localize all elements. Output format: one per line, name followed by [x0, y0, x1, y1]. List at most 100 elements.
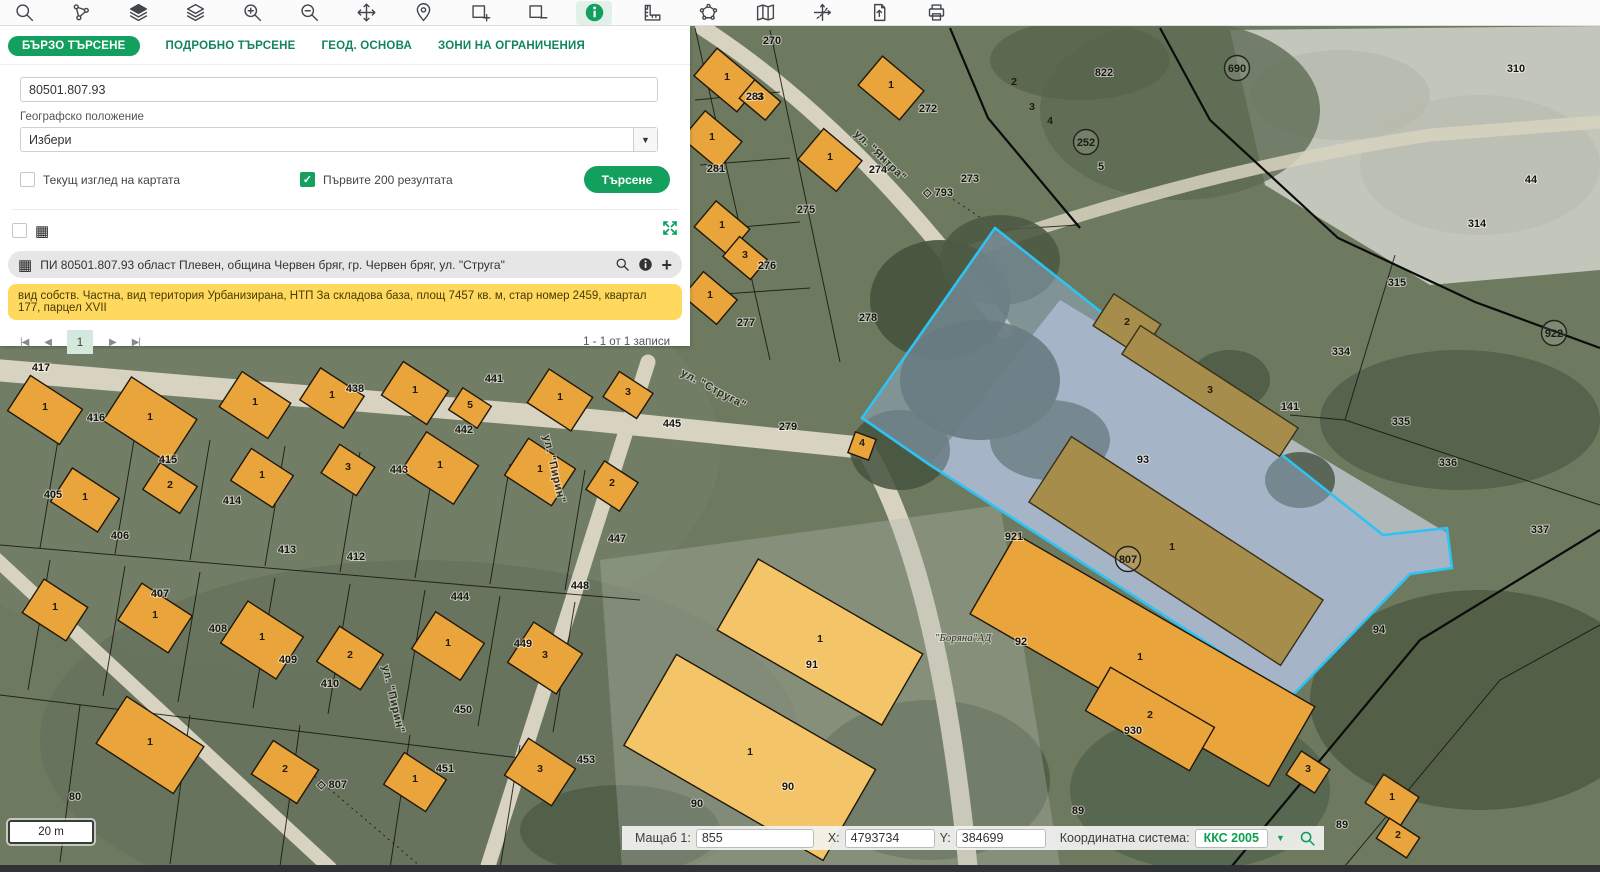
scale-bar-label: 20 m: [38, 826, 64, 838]
map-label: 443: [390, 464, 408, 476]
map-label: 89: [1072, 805, 1084, 817]
geo-select-value: Избери: [21, 133, 633, 147]
map-label: 90: [782, 781, 794, 793]
tab-2[interactable]: ГЕОД. ОСНОВА: [322, 40, 413, 52]
map-label: 407: [151, 588, 169, 600]
pan-icon[interactable]: [348, 1, 384, 25]
select-minus-icon[interactable]: [519, 1, 555, 25]
expand-icon[interactable]: [662, 220, 678, 241]
map-label: 450: [454, 704, 472, 716]
map-label: 3: [542, 649, 548, 661]
export-icon[interactable]: [861, 1, 897, 25]
select-plus-icon[interactable]: [462, 1, 498, 25]
chevron-down-icon[interactable]: ▼: [633, 128, 657, 151]
first-page-button[interactable]: |◀: [20, 337, 28, 348]
grid-icon: ▦: [18, 256, 32, 274]
map-label: 2: [167, 479, 173, 491]
status-bar: Мащаб 1: X: Y: Координатна система: ККС …: [622, 826, 1324, 850]
status-search-icon[interactable]: [1299, 830, 1316, 847]
tab-1[interactable]: ПОДРОБНО ТЪРСЕНЕ: [166, 40, 296, 52]
crs-label: Координатна система:: [1060, 831, 1190, 845]
map-label: ◇ 793: [922, 187, 953, 199]
map-label: 447: [608, 533, 626, 545]
current-page[interactable]: 1: [67, 330, 93, 354]
map-label: 449: [514, 638, 532, 650]
map-label: ◇ 807: [316, 779, 347, 791]
map-label: 822: [1095, 67, 1113, 79]
first-200-checkbox[interactable]: ✓: [300, 172, 315, 187]
layers-filled-icon[interactable]: [120, 1, 156, 25]
map-label: 408: [209, 623, 227, 635]
measure-icon[interactable]: [633, 1, 669, 25]
search-input[interactable]: [20, 77, 658, 102]
map-label: 451: [436, 763, 454, 775]
result-title: ПИ 80501.807.93 област Плевен, община Че…: [40, 258, 607, 272]
map-label: 1: [259, 469, 265, 481]
grid-icon: ▦: [35, 222, 49, 240]
zoom-out-icon[interactable]: [291, 1, 327, 25]
add-result-icon[interactable]: +: [661, 256, 672, 274]
map-label: 335: [1392, 416, 1410, 428]
tab-0[interactable]: БЪРЗО ТЪРСЕНЕ: [8, 36, 140, 56]
map-label: 278: [859, 312, 877, 324]
map-label: 413: [278, 544, 296, 556]
map-label: 1: [329, 389, 335, 401]
map-label-circled: 690: [1225, 56, 1250, 81]
crs-chevron-down-icon[interactable]: ▼: [1276, 833, 1285, 843]
map-label: 270: [763, 35, 781, 47]
location-pin-icon[interactable]: [405, 1, 441, 25]
prev-page-button[interactable]: ◀: [44, 337, 51, 348]
zoom-to-result-icon[interactable]: [615, 257, 630, 272]
map-icon[interactable]: [747, 1, 783, 25]
map-label: 277: [737, 317, 755, 329]
map-label: 448: [571, 580, 589, 592]
scheme-icon[interactable]: [63, 1, 99, 25]
map-label: 2: [1395, 829, 1401, 841]
tab-3[interactable]: ЗОНИ НА ОГРАНИЧЕНИЯ: [438, 40, 585, 52]
info-icon[interactable]: [576, 1, 612, 25]
map-label: 445: [663, 418, 681, 430]
result-row[interactable]: ▦ ПИ 80501.807.93 област Плевен, община …: [8, 251, 682, 278]
map-label: 3: [1207, 384, 1213, 396]
x-input[interactable]: [845, 829, 935, 848]
layers-outline-icon[interactable]: [177, 1, 213, 25]
y-input[interactable]: [956, 829, 1046, 848]
map-label: 276: [758, 260, 776, 272]
current-view-checkbox[interactable]: [20, 172, 35, 187]
map-label: 405: [44, 489, 62, 501]
next-page-button[interactable]: ▶: [109, 337, 116, 348]
map-label: 1: [888, 79, 894, 91]
zoom-in-icon[interactable]: [234, 1, 270, 25]
map-label: "Боряна"АД: [935, 632, 993, 644]
print-icon[interactable]: [918, 1, 954, 25]
bottom-strip: [0, 865, 1600, 872]
map-label: 314: [1468, 218, 1487, 230]
polygon-icon[interactable]: [690, 1, 726, 25]
axes-icon[interactable]: [804, 1, 840, 25]
map-label: 3: [537, 763, 543, 775]
map-label: 334: [1332, 346, 1351, 358]
map-label: 2: [1124, 316, 1130, 328]
map-label: 2: [1147, 709, 1153, 721]
map-label: 444: [451, 591, 470, 603]
map-label: 1: [82, 491, 88, 503]
geo-select[interactable]: Избери ▼: [20, 127, 658, 152]
map-label: 80: [69, 791, 81, 803]
search-icon[interactable]: [6, 1, 42, 25]
map-label: 415: [159, 454, 177, 466]
last-page-button[interactable]: ▶|: [132, 337, 140, 348]
result-info-icon[interactable]: [638, 257, 653, 272]
select-all-checkbox[interactable]: [12, 223, 27, 238]
map-label: 281: [707, 163, 725, 175]
map-label: 1: [817, 633, 823, 645]
pagination-summary: 1 - 1 от 1 записи: [583, 336, 670, 348]
map-label: 44: [1525, 174, 1538, 186]
map-label: 1: [719, 219, 725, 231]
svg-text:690: 690: [1228, 63, 1246, 75]
crs-select[interactable]: ККС 2005: [1195, 829, 1268, 848]
map-label: 3: [1305, 763, 1311, 775]
scale-input[interactable]: [696, 829, 814, 848]
map-label: 2: [1011, 76, 1017, 88]
map-label: 2: [347, 649, 353, 661]
search-button[interactable]: Търсене: [584, 166, 670, 193]
